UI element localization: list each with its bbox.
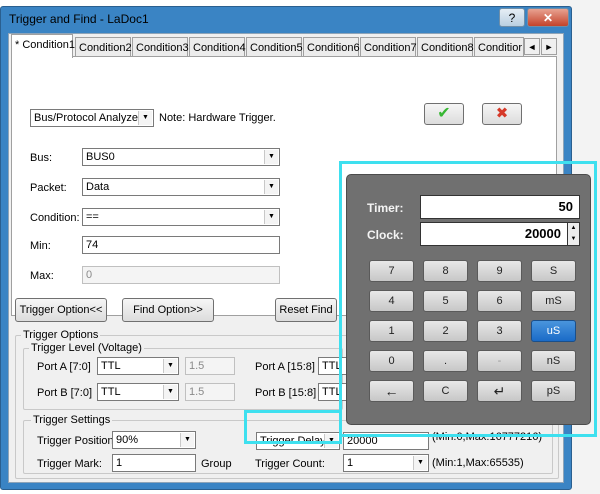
bus-select-value: BUS0 bbox=[86, 151, 115, 163]
chevron-down-icon: ▼ bbox=[264, 210, 278, 224]
trigger-position-label: Trigger Position: bbox=[37, 435, 117, 447]
min-label: Min: bbox=[30, 240, 51, 252]
cancel-button[interactable]: ✖ bbox=[482, 103, 522, 125]
tab-condition8[interactable]: Condition8 bbox=[417, 37, 474, 57]
time-calculator-popup: Timer: 50 Clock: 20000 ▲ ▼ 7 8 9 S 4 5 6… bbox=[346, 174, 591, 425]
trigger-position-select[interactable]: 90% ▼ bbox=[112, 431, 196, 449]
trigger-position-value: 90% bbox=[116, 434, 139, 446]
timer-label: Timer: bbox=[367, 201, 404, 215]
port-b-lo-label: Port B [7:0] bbox=[37, 387, 93, 399]
clock-label: Clock: bbox=[367, 228, 404, 242]
timer-input[interactable]: 50 bbox=[420, 195, 580, 219]
unit-ps-button[interactable]: pS bbox=[531, 380, 576, 402]
unit-us-button[interactable]: uS bbox=[531, 320, 576, 342]
tab-condition7[interactable]: Condition7 bbox=[360, 37, 417, 57]
chevron-down-icon: ▼ bbox=[264, 180, 278, 194]
port-a-lo-label: Port A [7:0] bbox=[37, 361, 91, 373]
chevron-down-icon: ▼ bbox=[163, 385, 177, 399]
key-2[interactable]: 2 bbox=[423, 320, 468, 342]
ok-button[interactable]: ✔ bbox=[424, 103, 464, 125]
unit-s-button[interactable]: S bbox=[531, 260, 576, 282]
port-a-lo-voltage[interactable]: 1.5 bbox=[185, 357, 235, 375]
key-0[interactable]: 0 bbox=[369, 350, 414, 372]
key-5[interactable]: 5 bbox=[423, 290, 468, 312]
trigger-options-title: Trigger Options bbox=[21, 329, 101, 341]
find-option-button[interactable]: Find Option>> bbox=[122, 298, 214, 322]
key-7[interactable]: 7 bbox=[369, 260, 414, 282]
min-input[interactable]: 74 bbox=[82, 236, 280, 254]
tab-scroll-left-icon[interactable]: ◄ bbox=[524, 38, 540, 55]
reset-find-button[interactable]: Reset Find bbox=[275, 298, 337, 322]
port-a-lo-select[interactable]: TTL ▼ bbox=[97, 357, 179, 375]
port-b-hi-label: Port B [15:8] bbox=[255, 387, 317, 399]
bus-label: Bus: bbox=[30, 152, 53, 164]
group-label: Group bbox=[201, 458, 232, 470]
key-8[interactable]: 8 bbox=[423, 260, 468, 282]
chevron-down-icon: ▼ bbox=[163, 359, 177, 373]
mode-select[interactable]: Bus/Protocol Analyzer ▼ bbox=[30, 109, 154, 127]
cancel-icon: ✖ bbox=[495, 105, 509, 122]
key-decimal[interactable]: . bbox=[423, 350, 468, 372]
port-a-lo-value: TTL bbox=[101, 360, 121, 372]
max-input[interactable]: 0 bbox=[82, 266, 280, 284]
packet-select[interactable]: Data ▼ bbox=[82, 178, 280, 196]
trigger-count-value: 1 bbox=[347, 457, 354, 469]
tab-condition1[interactable]: * Condition1 bbox=[11, 34, 75, 58]
packet-select-value: Data bbox=[86, 181, 110, 193]
mode-select-value: Bus/Protocol Analyzer bbox=[34, 112, 142, 124]
trigger-option-button[interactable]: Trigger Option<< bbox=[15, 298, 107, 322]
bus-select[interactable]: BUS0 ▼ bbox=[82, 148, 280, 166]
enter-icon[interactable]: ↵ bbox=[477, 380, 522, 402]
clock-spinner[interactable]: ▲ ▼ bbox=[567, 222, 580, 246]
port-b-lo-value: TTL bbox=[101, 386, 121, 398]
tab-condition5[interactable]: Condition5 bbox=[246, 37, 303, 57]
chevron-down-icon: ▼ bbox=[138, 111, 152, 125]
spin-up-icon[interactable]: ▲ bbox=[568, 223, 579, 234]
key-3[interactable]: 3 bbox=[477, 320, 522, 342]
trigger-mark-input[interactable]: 1 bbox=[112, 454, 196, 472]
clear-button[interactable]: C bbox=[423, 380, 468, 402]
port-b-lo-voltage[interactable]: 1.5 bbox=[185, 383, 235, 401]
unit-ms-button[interactable]: mS bbox=[531, 290, 576, 312]
condition-label: Condition: bbox=[30, 212, 80, 224]
tab-condition6[interactable]: Condition6 bbox=[303, 37, 360, 57]
tab-condition2[interactable]: Condition2 bbox=[75, 37, 132, 57]
backspace-icon[interactable]: ← bbox=[369, 380, 414, 402]
tab-scroll-right-icon[interactable]: ► bbox=[541, 38, 557, 55]
trigger-count-select[interactable]: 1 ▼ bbox=[343, 454, 429, 472]
tab-condition9[interactable]: Conditior bbox=[474, 37, 524, 57]
title-bar[interactable]: Trigger and Find - LaDoc1 ? ✕ bbox=[1, 7, 571, 31]
clock-input[interactable]: 20000 bbox=[420, 222, 568, 246]
chevron-down-icon: ▼ bbox=[264, 150, 278, 164]
key-4[interactable]: 4 bbox=[369, 290, 414, 312]
key-minus[interactable]: - bbox=[477, 350, 522, 372]
port-b-lo-select[interactable]: TTL ▼ bbox=[97, 383, 179, 401]
chevron-down-icon: ▼ bbox=[180, 433, 194, 447]
port-a-hi-label: Port A [15:8] bbox=[255, 361, 315, 373]
trigger-level-group bbox=[23, 348, 343, 410]
key-9[interactable]: 9 bbox=[477, 260, 522, 282]
condition-select-value: == bbox=[86, 211, 99, 223]
tab-condition3[interactable]: Condition3 bbox=[132, 37, 189, 57]
trigger-settings-title: Trigger Settings bbox=[31, 414, 113, 426]
packet-label: Packet: bbox=[30, 182, 67, 194]
key-1[interactable]: 1 bbox=[369, 320, 414, 342]
window-title: Trigger and Find - LaDoc1 bbox=[9, 12, 149, 26]
spin-down-icon[interactable]: ▼ bbox=[568, 234, 579, 245]
max-label: Max: bbox=[30, 270, 54, 282]
trigger-level-title: Trigger Level (Voltage) bbox=[29, 342, 144, 354]
check-icon: ✔ bbox=[437, 105, 451, 122]
key-6[interactable]: 6 bbox=[477, 290, 522, 312]
trigger-count-range: (Min:1,Max:65535) bbox=[432, 457, 524, 469]
tab-condition4[interactable]: Condition4 bbox=[189, 37, 246, 57]
hardware-trigger-note: Note: Hardware Trigger. bbox=[159, 112, 276, 124]
condition-select[interactable]: == ▼ bbox=[82, 208, 280, 226]
trigger-count-label: Trigger Count: bbox=[255, 458, 325, 470]
help-button[interactable]: ? bbox=[499, 8, 525, 27]
trigger-mark-label: Trigger Mark: bbox=[37, 458, 102, 470]
chevron-down-icon: ▼ bbox=[413, 456, 427, 470]
trigger-delay-highlight-frame bbox=[244, 410, 342, 444]
close-button[interactable]: ✕ bbox=[527, 8, 569, 27]
unit-ns-button[interactable]: nS bbox=[531, 350, 576, 372]
